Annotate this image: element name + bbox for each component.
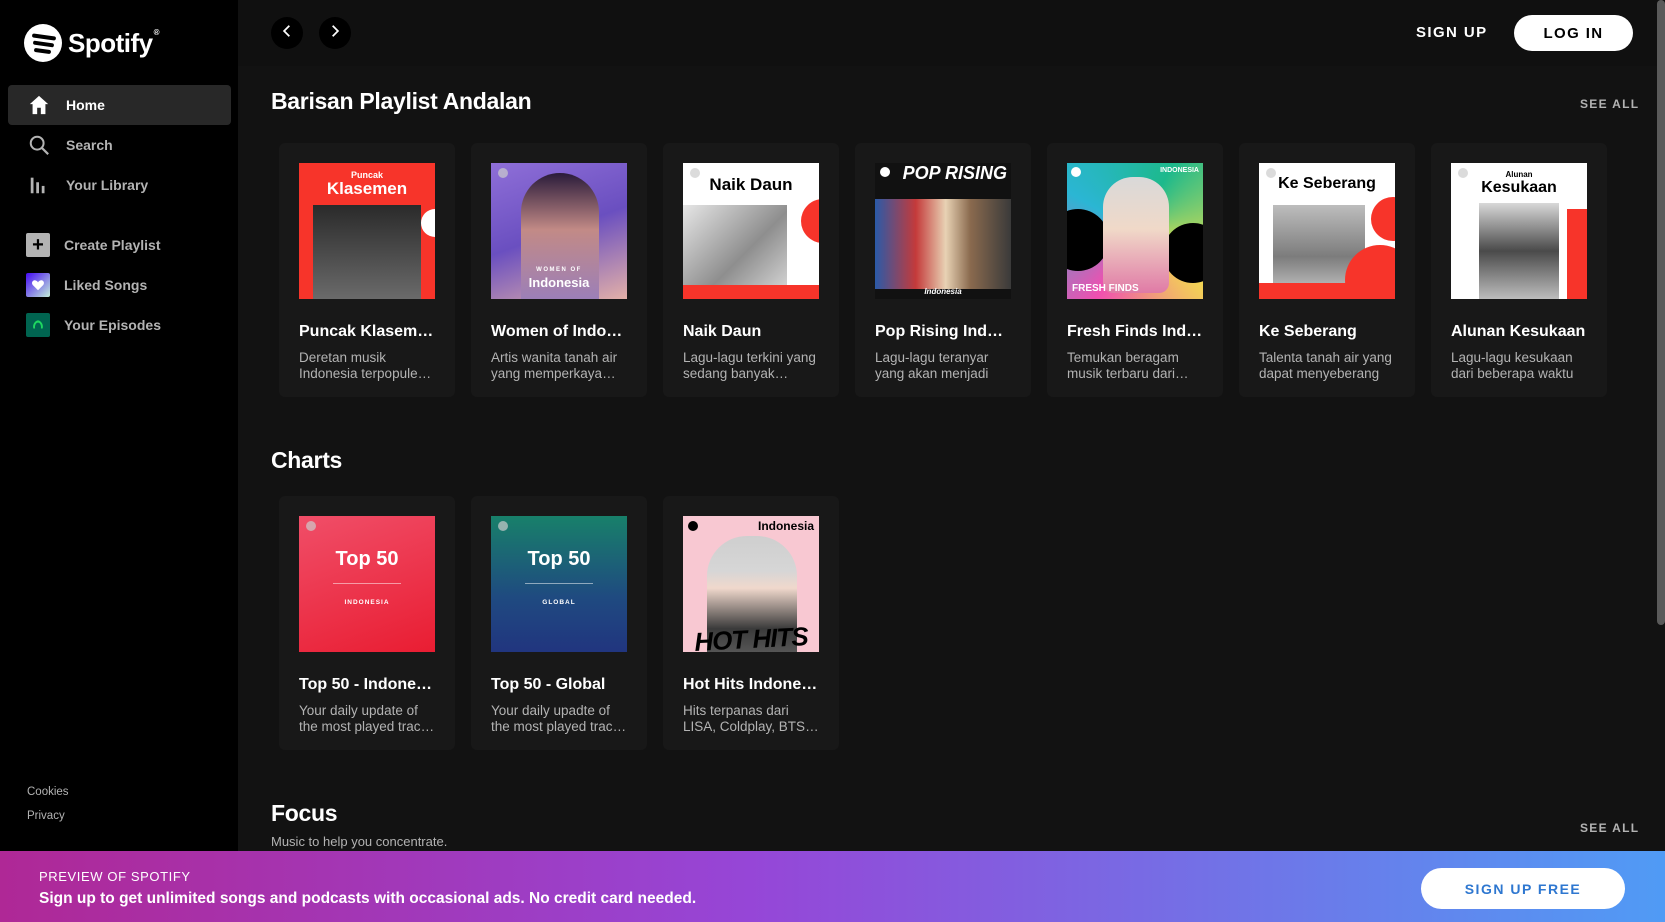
see-all-featured-link[interactable]: SEE ALL <box>1580 97 1639 111</box>
forward-button[interactable] <box>319 17 351 49</box>
cookies-link[interactable]: Cookies <box>27 780 69 804</box>
signup-banner: PREVIEW OF SPOTIFY Sign up to get unlimi… <box>0 851 1665 922</box>
playlist-cover: POP RISING Indonesia <box>875 163 1011 299</box>
privacy-link[interactable]: Privacy <box>27 804 69 828</box>
banner-text: Sign up to get unlimited songs and podca… <box>39 890 697 907</box>
card-description: Temukan beragam musik terbaru dari musis… <box>1067 350 1179 381</box>
playlist-card[interactable]: Top 50 INDONESIA Top 50 - Indonesia Your… <box>279 496 455 750</box>
chevron-left-icon <box>280 24 294 43</box>
card-description: Your daily update of the most played tra… <box>299 703 435 734</box>
sign-up-free-button[interactable]: SIGN UP FREE <box>1421 868 1625 909</box>
banner-kicker: PREVIEW OF SPOTIFY <box>39 869 191 884</box>
heart-icon <box>26 273 50 297</box>
lib-item-label: Create Playlist <box>64 237 161 253</box>
card-title: Puncak Klasemen <box>299 323 435 340</box>
nav-item-label: Your Library <box>66 177 149 193</box>
card-description: Lagu-lagu terkini yang sedang banyak did… <box>683 350 816 381</box>
card-title: Top 50 - Indonesia <box>299 676 435 693</box>
playlist-card[interactable]: Naik Daun Naik Daun Lagu-lagu terkini ya… <box>663 143 839 397</box>
playlist-card[interactable]: Indonesia HOT HITS Hot Hits Indonesia Hi… <box>663 496 839 750</box>
chevron-right-icon <box>328 24 342 43</box>
playlist-card[interactable]: Ke Seberang Ke Seberang Talenta tanah ai… <box>1239 143 1415 397</box>
liked-songs-link[interactable]: Liked Songs <box>8 265 231 305</box>
card-title: Fresh Finds Indonesia <box>1067 323 1203 340</box>
home-icon <box>28 94 50 116</box>
spotify-logo-icon <box>24 24 62 62</box>
card-description: Hits terpanas dari LISA, Coldplay, BTS d… <box>683 703 806 734</box>
card-description: Artis wanita tanah air yang memperkaya m… <box>491 350 618 381</box>
playlist-cover: Alunan Kesukaan <box>1451 163 1587 299</box>
lib-item-label: Liked Songs <box>64 277 148 293</box>
section-title-featured: Barisan Playlist Andalan <box>271 88 532 114</box>
charts-row: Top 50 INDONESIA Top 50 - Indonesia Your… <box>279 496 839 750</box>
back-button[interactable] <box>271 17 303 49</box>
section-subtitle-focus: Music to help you concentrate. <box>271 834 448 849</box>
section-title-charts: Charts <box>271 447 343 473</box>
section-title-focus: Focus <box>271 800 338 826</box>
library-links: + Create Playlist Liked Songs Your Episo… <box>8 225 231 345</box>
main-scrollbar[interactable] <box>1657 0 1665 625</box>
card-title: Ke Seberang <box>1259 323 1357 340</box>
top-bar: SIGN UP <box>238 0 1665 66</box>
see-all-focus-link[interactable]: SEE ALL <box>1580 821 1639 835</box>
nav-item-label: Home <box>66 97 105 113</box>
playlist-cover: Naik Daun <box>683 163 819 299</box>
card-title: Top 50 - Global <box>491 676 606 693</box>
playlist-cover: Indonesia HOT HITS <box>683 516 819 652</box>
search-icon <box>28 134 50 156</box>
card-description: Lagu-lagu kesukaan dari beberapa waktu <box>1451 350 1574 381</box>
log-in-button[interactable]: LOG IN <box>1514 15 1633 51</box>
playlist-cover: INDONESIA FRESH FINDS <box>1067 163 1203 299</box>
sidebar: Spotify® Home Search Your Library + Crea… <box>0 0 238 851</box>
library-icon <box>28 174 50 196</box>
app-root: Spotify® Home Search Your Library + Crea… <box>0 0 1665 922</box>
card-description: Lagu-lagu teranyar yang akan menjadi <box>875 350 989 381</box>
card-title: Naik Daun <box>683 323 762 340</box>
card-title: Pop Rising Indonesia <box>875 323 1011 340</box>
sign-up-link[interactable]: SIGN UP <box>1416 24 1487 41</box>
nav-item-library[interactable]: Your Library <box>8 165 231 205</box>
playlist-card[interactable]: POP RISING Indonesia Pop Rising Indonesi… <box>855 143 1031 397</box>
card-title: Hot Hits Indonesia <box>683 676 819 693</box>
featured-playlists-row: Puncak Klasemen Puncak Klasemen Deretan … <box>279 143 1607 397</box>
playlist-cover: Puncak Klasemen <box>299 163 435 299</box>
legal-links: Cookies Privacy <box>27 780 69 828</box>
nav-item-label: Search <box>66 137 113 153</box>
playlist-cover: Top 50 GLOBAL <box>491 516 627 652</box>
podcast-icon <box>26 313 50 337</box>
card-description: Your daily upadte of the most played tra… <box>491 703 627 734</box>
spotify-logo[interactable]: Spotify® <box>24 24 160 62</box>
main-nav: Home Search Your Library <box>8 85 231 205</box>
plus-icon: + <box>26 233 50 257</box>
nav-item-search[interactable]: Search <box>8 125 231 165</box>
your-episodes-link[interactable]: Your Episodes <box>8 305 231 345</box>
playlist-cover: Ke Seberang <box>1259 163 1395 299</box>
playlist-cover: WOMEN OF Indonesia <box>491 163 627 299</box>
playlist-card[interactable]: Top 50 GLOBAL Top 50 - Global Your daily… <box>471 496 647 750</box>
playlist-cover: Top 50 INDONESIA <box>299 516 435 652</box>
card-title: Alunan Kesukaan <box>1451 323 1586 340</box>
playlist-card[interactable]: WOMEN OF Indonesia Women of Indonesia Ar… <box>471 143 647 397</box>
card-description: Deretan musik Indonesia terpopuler saat … <box>299 350 423 381</box>
nav-item-home[interactable]: Home <box>8 85 231 125</box>
playlist-card[interactable]: INDONESIA FRESH FINDS Fresh Finds Indone… <box>1047 143 1223 397</box>
card-description: Talenta tanah air yang dapat menyeberang <box>1259 350 1392 381</box>
logo-text: Spotify® <box>68 27 160 58</box>
card-title: Women of Indonesia <box>491 323 627 340</box>
playlist-card[interactable]: Alunan Kesukaan Alunan Kesukaan Lagu-lag… <box>1431 143 1607 397</box>
create-playlist-button[interactable]: + Create Playlist <box>8 225 231 265</box>
playlist-card[interactable]: Puncak Klasemen Puncak Klasemen Deretan … <box>279 143 455 397</box>
lib-item-label: Your Episodes <box>64 317 161 333</box>
